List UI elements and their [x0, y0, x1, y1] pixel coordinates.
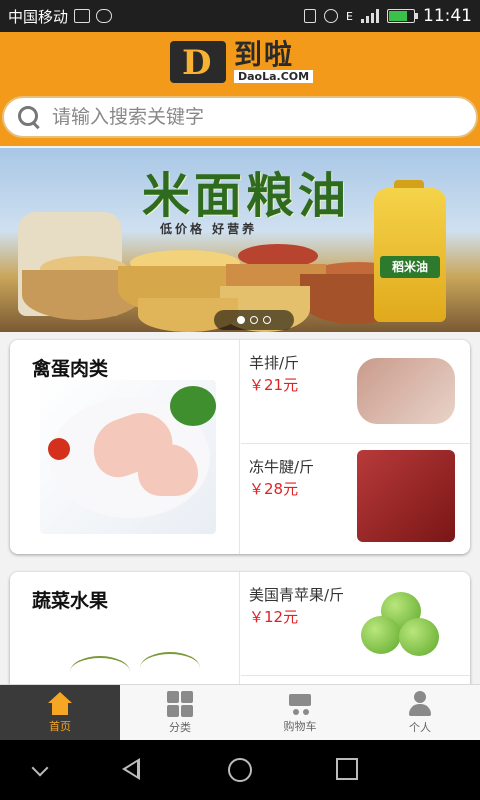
- system-navigation-bar: [0, 740, 480, 800]
- product-list: 羊排/斤 ￥21元 冻牛腱/斤 ￥28元: [241, 340, 470, 554]
- product-list: 美国青苹果/斤 ￥12元: [241, 572, 470, 692]
- battery-level: [389, 11, 407, 21]
- category-feature[interactable]: 蔬菜水果: [10, 572, 240, 692]
- logo-mark-icon: [170, 40, 226, 83]
- beef-shank-image: [357, 450, 455, 542]
- tab-label: 个人: [409, 721, 431, 734]
- cloud-notification-icon: [96, 9, 113, 23]
- alarm-icon: [324, 9, 339, 23]
- category-card-produce: 蔬菜水果 美国青苹果/斤 ￥12元: [10, 572, 470, 692]
- user-icon: [407, 691, 433, 717]
- tab-label: 分类: [169, 721, 191, 734]
- carousel-indicator: [214, 310, 294, 330]
- cart-icon: [285, 692, 315, 716]
- category-feature[interactable]: 禽蛋肉类: [10, 340, 240, 554]
- battery-icon: [387, 9, 418, 23]
- search-bar[interactable]: [2, 96, 478, 138]
- recent-apps-icon[interactable]: [336, 758, 358, 780]
- product-name: 冻牛腱/斤: [249, 458, 315, 476]
- product-name: 羊排/斤: [249, 354, 300, 372]
- product-item-green-apple[interactable]: 美国青苹果/斤 ￥12元: [241, 572, 470, 676]
- search-icon: [18, 106, 40, 128]
- app-header: 到啦 DaoLa.COM: [0, 32, 480, 146]
- logo: 到啦 DaoLa.COM: [170, 38, 314, 83]
- lamb-ribs-image: [357, 358, 455, 424]
- clock: 11:41: [423, 6, 472, 26]
- product-name: 美国青苹果/斤: [249, 586, 345, 604]
- product-price: ￥21元: [249, 376, 299, 394]
- home-circle-icon[interactable]: [228, 758, 252, 782]
- tab-cart[interactable]: 购物车: [240, 685, 360, 741]
- bottom-tab-bar: 首页 分类 购物车 个人: [0, 684, 480, 741]
- tab-label: 购物车: [283, 720, 317, 733]
- search-input[interactable]: [52, 106, 432, 128]
- green-apple-image: [357, 588, 455, 664]
- tab-profile[interactable]: 个人: [360, 685, 480, 741]
- vibrate-icon: [304, 9, 317, 23]
- product-item-beef-shank[interactable]: 冻牛腱/斤 ￥28元: [241, 444, 470, 548]
- tab-category[interactable]: 分类: [120, 685, 240, 741]
- home-icon: [45, 692, 75, 716]
- product-price: ￥28元: [249, 480, 299, 498]
- signal-icon: [361, 9, 379, 23]
- network-type: E: [346, 9, 353, 23]
- chicken-leg-image: [40, 380, 216, 534]
- logo-domain: DaoLa.COM: [234, 70, 314, 83]
- category-title: 禽蛋肉类: [32, 358, 109, 380]
- carousel-dot[interactable]: [263, 316, 271, 324]
- product-item-lamb-ribs[interactable]: 羊排/斤 ￥21元: [241, 340, 470, 444]
- tab-label: 首页: [49, 720, 71, 733]
- image-notification-icon: [74, 9, 91, 23]
- status-bar: 中国移动 E 11:41: [0, 0, 480, 32]
- hide-nav-chevron-icon[interactable]: [31, 759, 49, 777]
- carousel-dot[interactable]: [237, 316, 245, 324]
- category-title: 蔬菜水果: [32, 590, 109, 612]
- tab-home[interactable]: 首页: [0, 685, 120, 741]
- carrier-name: 中国移动: [8, 7, 69, 26]
- promo-banner[interactable]: 稻米油 米面粮油 低价格 好营养: [0, 148, 480, 332]
- banner-title: 米面粮油: [142, 168, 351, 224]
- category-card-meat: 禽蛋肉类 羊排/斤 ￥21元 冻牛腱/斤 ￥28元: [10, 340, 470, 554]
- grid-icon: [167, 691, 193, 717]
- logo-text: 到啦: [234, 38, 295, 71]
- oil-bottle-label: 稻米油: [380, 256, 440, 278]
- banner-subtitle: 低价格 好营养: [160, 222, 258, 236]
- back-icon[interactable]: [122, 758, 140, 780]
- oil-bottle-image: [374, 188, 446, 322]
- carousel-dot[interactable]: [250, 316, 258, 324]
- product-price: ￥12元: [249, 608, 299, 626]
